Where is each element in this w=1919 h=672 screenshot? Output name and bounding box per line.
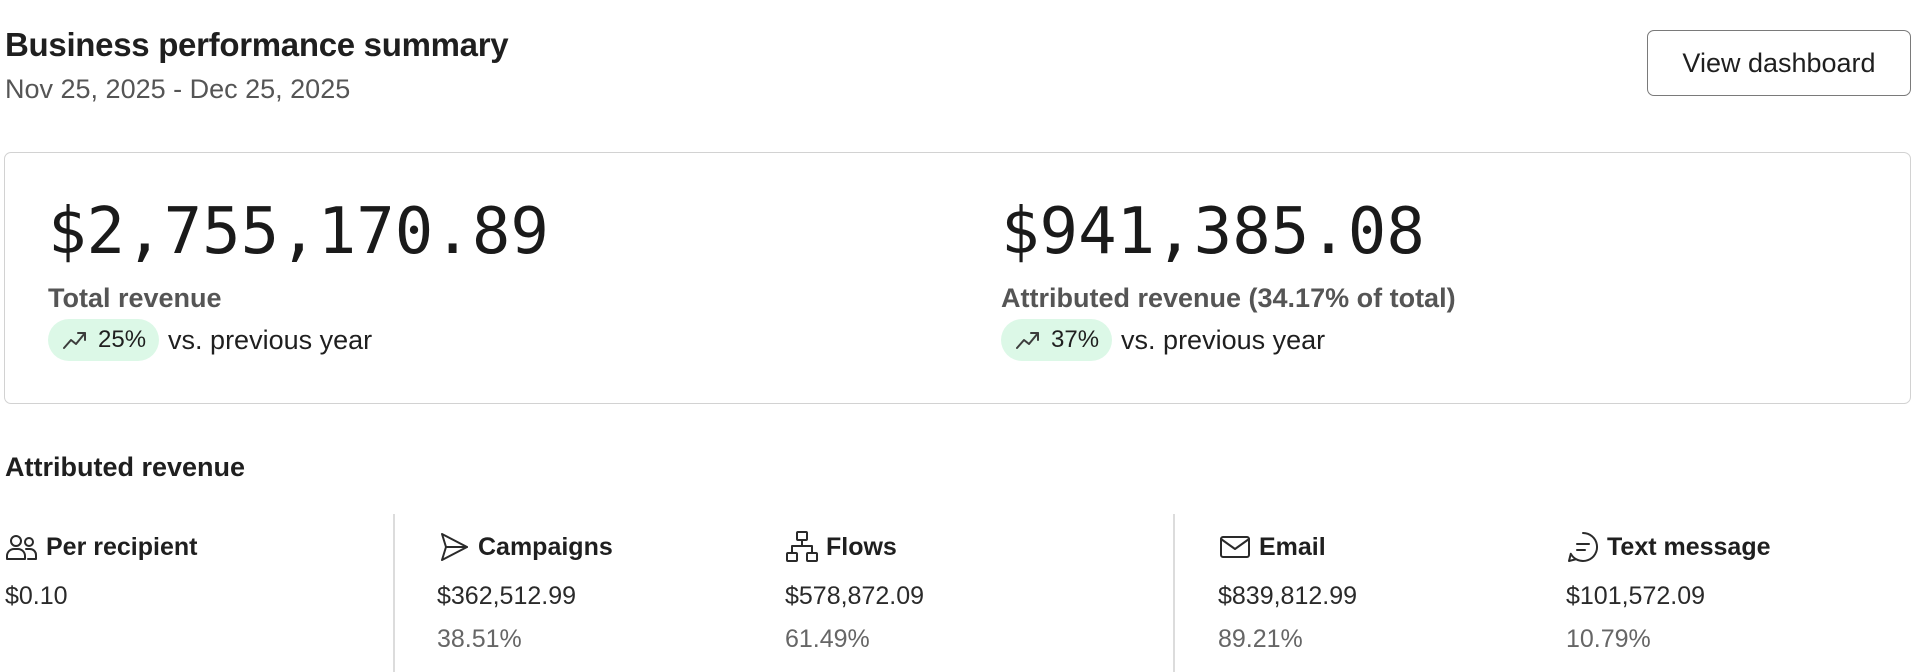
- stat-title: Text message: [1607, 532, 1771, 561]
- mail-icon: [1220, 536, 1250, 558]
- stat-email: Email $839,812.99 89.21%: [1218, 530, 1357, 654]
- stat-value: $0.10: [5, 582, 68, 610]
- revenue-summary-card: $2,755,170.89 Total revenue 25% vs. prev…: [4, 152, 1911, 404]
- stat-percent: 61.49%: [785, 625, 870, 653]
- total-revenue-value: $2,755,170.89: [48, 195, 549, 269]
- trend-percent: 25%: [98, 326, 147, 353]
- attributed-revenue-trend: 37% vs. previous year: [1001, 319, 1325, 361]
- stat-campaigns: Campaigns $362,512.99 38.51%: [437, 530, 613, 654]
- stat-percent: 89.21%: [1218, 625, 1303, 653]
- stat-percent: 10.79%: [1566, 625, 1651, 653]
- trend-badge: 25%: [48, 319, 160, 361]
- stat-header: Text message: [1566, 530, 1771, 564]
- stat-flows: Flows $578,872.09 61.49%: [785, 530, 924, 654]
- people-icon: [6, 535, 37, 560]
- stat-title: Campaigns: [478, 532, 613, 561]
- trend-up-icon: [1016, 332, 1039, 349]
- column-divider: [1173, 514, 1175, 672]
- stat-header: Email: [1218, 530, 1357, 564]
- stat-percent: 38.51%: [437, 625, 522, 653]
- business-performance-page: Business performance summary Nov 25, 202…: [0, 0, 1919, 672]
- page-header: Business performance summary Nov 25, 202…: [5, 22, 1911, 112]
- trend-badge: 37%: [1001, 319, 1113, 361]
- flows-icon: [786, 531, 818, 562]
- trend-up-icon: [63, 332, 86, 349]
- date-range: Nov 25, 2025 - Dec 25, 2025: [5, 74, 351, 104]
- page-title: Business performance summary: [5, 26, 509, 63]
- stat-text-message: Text message $101,572.09 10.79%: [1566, 530, 1771, 654]
- stat-per-recipient: Per recipient $0.10: [5, 530, 197, 611]
- total-revenue-trend: 25% vs. previous year: [48, 319, 372, 361]
- stat-value: $101,572.09: [1566, 582, 1706, 610]
- stat-title: Per recipient: [46, 532, 198, 561]
- stat-title: Flows: [826, 532, 897, 561]
- total-revenue-label: Total revenue: [48, 283, 222, 313]
- stat-title: Email: [1259, 532, 1326, 561]
- stat-header: Campaigns: [437, 530, 613, 564]
- attributed-revenue-value: $941,385.08: [1001, 195, 1425, 269]
- trend-percent: 37%: [1051, 326, 1100, 353]
- attributed-revenue-section-title: Attributed revenue: [5, 452, 246, 482]
- stat-value: $839,812.99: [1218, 582, 1358, 610]
- chat-icon: [1568, 531, 1599, 562]
- view-dashboard-button[interactable]: View dashboard: [1647, 30, 1911, 96]
- trend-comparison-label: vs. previous year: [1121, 324, 1326, 355]
- attributed-revenue-label: Attributed revenue (34.17% of total): [1001, 283, 1456, 313]
- column-divider: [393, 514, 395, 672]
- stat-header: Flows: [785, 530, 924, 564]
- stat-header: Per recipient: [5, 530, 197, 564]
- send-icon: [441, 533, 468, 561]
- stat-value: $578,872.09: [785, 582, 925, 610]
- stat-value: $362,512.99: [437, 582, 577, 610]
- trend-comparison-label: vs. previous year: [168, 324, 373, 355]
- attributed-revenue-breakdown: Per recipient $0.10 Campaigns $362,512.9…: [0, 514, 1919, 672]
